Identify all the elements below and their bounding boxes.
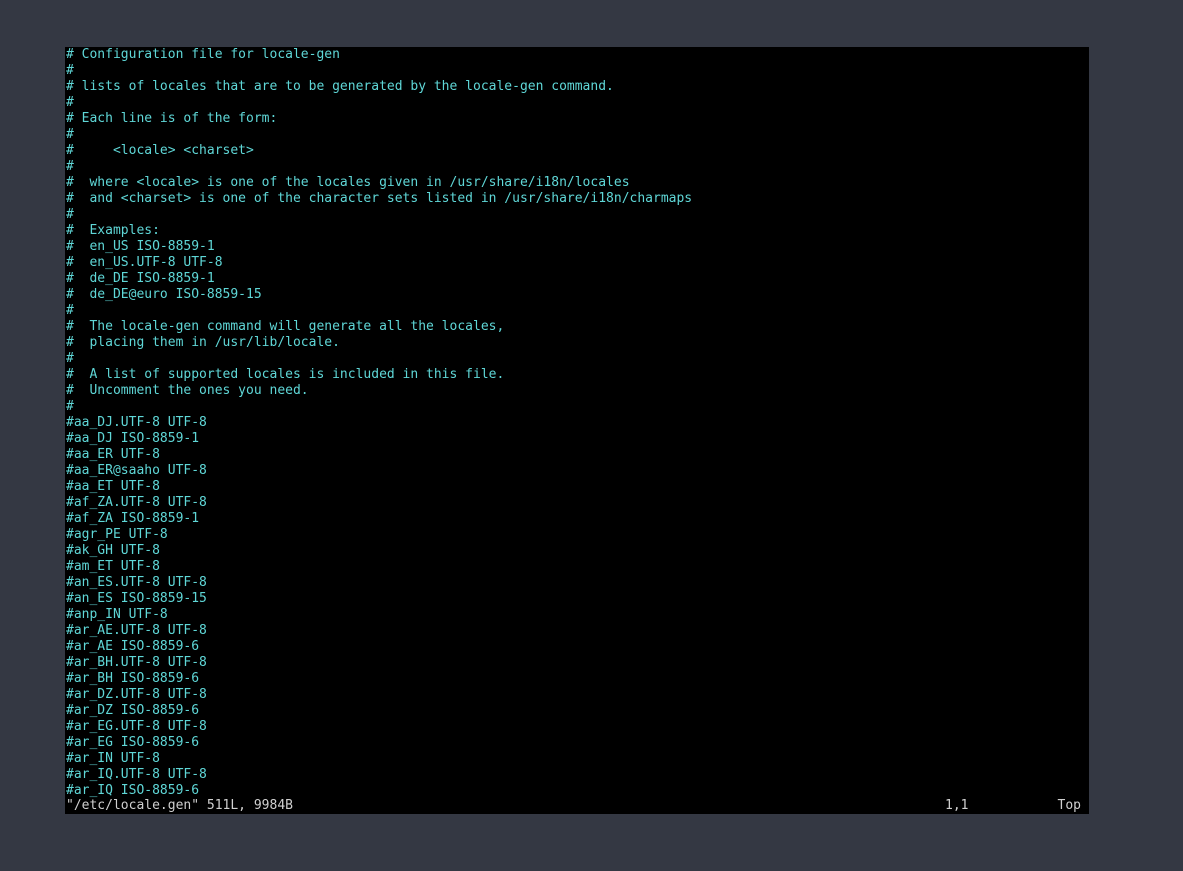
editor-line[interactable]: # <box>65 127 1089 143</box>
editor-line[interactable]: # where <locale> is one of the locales g… <box>65 175 1089 191</box>
editor-buffer[interactable]: # Configuration file for locale-gen # # li… <box>65 47 1089 799</box>
editor-line[interactable]: #ar_IQ ISO-8859-6 <box>65 783 1089 799</box>
editor-line[interactable]: #ar_DZ.UTF-8 UTF-8 <box>65 687 1089 703</box>
editor-line[interactable]: #ar_IQ.UTF-8 UTF-8 <box>65 767 1089 783</box>
editor-line[interactable]: # <box>65 159 1089 175</box>
editor-line[interactable]: #aa_ER UTF-8 <box>65 447 1089 463</box>
editor-line[interactable]: # <locale> <charset> <box>65 143 1089 159</box>
editor-line[interactable]: #af_ZA ISO-8859-1 <box>65 511 1089 527</box>
editor-line[interactable]: #af_ZA.UTF-8 UTF-8 <box>65 495 1089 511</box>
editor-line[interactable]: # lists of locales that are to be genera… <box>65 79 1089 95</box>
editor-line[interactable]: #aa_DJ ISO-8859-1 <box>65 431 1089 447</box>
status-line: "/etc/locale.gen" 511L, 9984B 1,1 Top <box>65 798 1089 814</box>
editor-line[interactable]: #ar_IN UTF-8 <box>65 751 1089 767</box>
editor-line[interactable]: #ar_EG.UTF-8 UTF-8 <box>65 719 1089 735</box>
editor-line[interactable]: # Uncomment the ones you need. <box>65 383 1089 399</box>
editor-line[interactable]: #aa_DJ.UTF-8 UTF-8 <box>65 415 1089 431</box>
editor-line[interactable]: # Examples: <box>65 223 1089 239</box>
editor-line[interactable]: # <box>65 207 1089 223</box>
editor-line[interactable]: # <box>65 95 1089 111</box>
editor-line[interactable]: #agr_PE UTF-8 <box>65 527 1089 543</box>
editor-line[interactable]: # <box>65 63 1089 79</box>
editor-line[interactable]: #ar_AE.UTF-8 UTF-8 <box>65 623 1089 639</box>
editor-line[interactable]: # <box>65 399 1089 415</box>
editor-line[interactable]: # The locale-gen command will generate a… <box>65 319 1089 335</box>
editor-line[interactable]: # A list of supported locales is include… <box>65 367 1089 383</box>
editor-line[interactable]: #ar_DZ ISO-8859-6 <box>65 703 1089 719</box>
editor-line[interactable]: #ar_BH ISO-8859-6 <box>65 671 1089 687</box>
editor-line[interactable]: #an_ES.UTF-8 UTF-8 <box>65 575 1089 591</box>
status-file-info: "/etc/locale.gen" 511L, 9984B <box>66 798 293 813</box>
editor-line[interactable]: # de_DE@euro ISO-8859-15 <box>65 287 1089 303</box>
status-cursor-position: 1,1 <box>945 798 969 813</box>
editor-line[interactable]: #ar_AE ISO-8859-6 <box>65 639 1089 655</box>
terminal-window[interactable]: # Configuration file for locale-gen # # li… <box>65 47 1089 814</box>
editor-line[interactable]: # <box>65 303 1089 319</box>
editor-line[interactable]: # <box>65 351 1089 367</box>
editor-line[interactable]: # en_US ISO-8859-1 <box>65 239 1089 255</box>
editor-line[interactable]: #ar_BH.UTF-8 UTF-8 <box>65 655 1089 671</box>
editor-line[interactable]: #an_ES ISO-8859-15 <box>65 591 1089 607</box>
status-scroll-position: Top <box>1057 798 1081 813</box>
editor-line[interactable]: # Each line is of the form: <box>65 111 1089 127</box>
editor-line[interactable]: #ar_EG ISO-8859-6 <box>65 735 1089 751</box>
editor-line[interactable]: # placing them in /usr/lib/locale. <box>65 335 1089 351</box>
editor-line[interactable]: #ak_GH UTF-8 <box>65 543 1089 559</box>
editor-line[interactable]: #aa_ET UTF-8 <box>65 479 1089 495</box>
editor-line[interactable]: #am_ET UTF-8 <box>65 559 1089 575</box>
editor-line[interactable]: # de_DE ISO-8859-1 <box>65 271 1089 287</box>
editor-line[interactable]: # en_US.UTF-8 UTF-8 <box>65 255 1089 271</box>
editor-line[interactable]: #anp_IN UTF-8 <box>65 607 1089 623</box>
editor-line[interactable]: #aa_ER@saaho UTF-8 <box>65 463 1089 479</box>
editor-line[interactable]: # Configuration file for locale-gen <box>65 47 1089 63</box>
editor-line[interactable]: # and <charset> is one of the character … <box>65 191 1089 207</box>
